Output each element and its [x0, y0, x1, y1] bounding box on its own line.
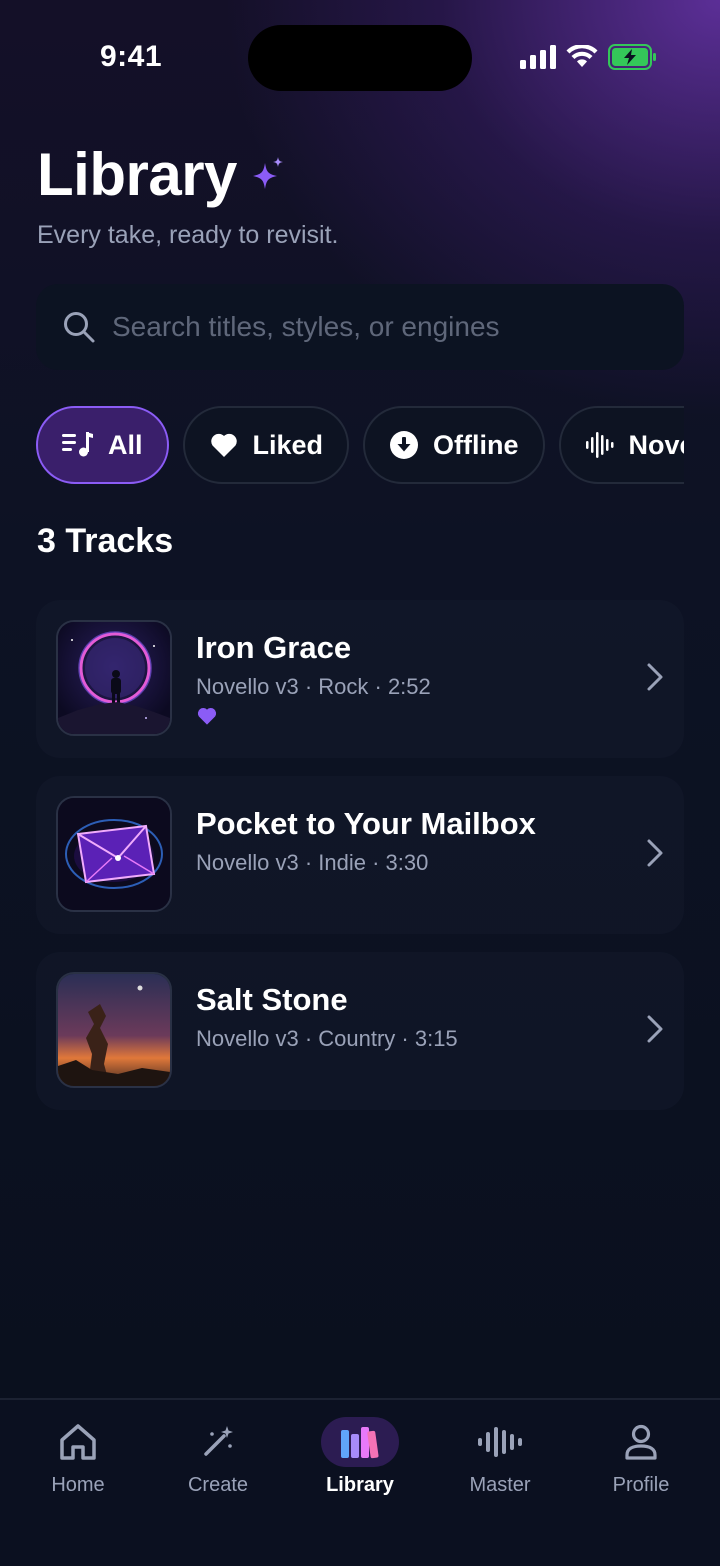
track-row[interactable]: Iron Grace Novello v3 · Rock · 2:52 — [36, 600, 684, 758]
download-icon — [390, 431, 419, 459]
page-title: Library — [37, 141, 237, 208]
track-artwork — [56, 620, 172, 736]
track-title: Salt Stone — [196, 982, 348, 1017]
tab-library[interactable]: Library — [300, 1416, 420, 1497]
filter-chip-offline[interactable]: Offline — [363, 406, 545, 484]
tab-label: Home — [51, 1474, 105, 1496]
filter-chip-label: Novello — [628, 429, 684, 460]
tab-label: Library — [326, 1474, 394, 1496]
tab-home[interactable]: Home — [18, 1416, 138, 1497]
heart-icon — [210, 433, 237, 457]
tracks-count: 3 Tracks — [37, 522, 174, 560]
chevron-right-icon — [647, 839, 663, 867]
track-row[interactable]: Salt Stone Novello v3 · Country · 3:15 — [36, 952, 684, 1110]
track-artwork — [56, 796, 172, 912]
filter-chip-label: All — [108, 429, 143, 460]
signal-icon — [520, 45, 556, 69]
battery-charging-icon — [608, 44, 656, 70]
track-row[interactable]: Pocket to Your Mailbox Novello v3 · Indi… — [36, 776, 684, 934]
filter-chip-liked[interactable]: Liked — [182, 406, 350, 484]
tab-profile[interactable]: Profile — [581, 1416, 701, 1497]
home-icon — [60, 1424, 96, 1460]
sparkle-icon — [252, 156, 283, 189]
track-title: Iron Grace — [196, 630, 352, 665]
track-list: Iron Grace Novello v3 · Rock · 2:52 Pock… — [36, 600, 684, 1128]
chevron-right-icon — [647, 1015, 663, 1043]
track-meta: Novello v3 · Rock · 2:52 — [196, 674, 431, 699]
filter-chips: All Liked Offline Novello — [36, 406, 684, 486]
tab-label: Profile — [612, 1474, 670, 1496]
track-meta: Novello v3 · Indie · 3:30 — [196, 850, 429, 875]
wifi-icon — [566, 45, 598, 67]
track-title: Pocket to Your Mailbox — [196, 806, 536, 841]
tab-label: Master — [469, 1474, 531, 1496]
waveform-icon — [585, 432, 614, 458]
tab-label: Create — [187, 1474, 249, 1496]
status-bar: 9:41 — [0, 0, 720, 110]
search-input[interactable]: Search titles, styles, or engines — [112, 311, 500, 343]
chevron-right-icon — [647, 663, 663, 691]
status-time: 9:41 — [100, 40, 163, 73]
filter-chip-label: Offline — [433, 429, 519, 460]
search-bar[interactable]: Search titles, styles, or engines — [36, 284, 684, 370]
search-icon — [64, 312, 95, 343]
waveform-icon — [478, 1427, 522, 1457]
liked-heart-icon — [197, 708, 217, 725]
music-list-icon — [62, 432, 93, 457]
filter-chip-all[interactable]: All — [36, 406, 169, 484]
track-artwork — [56, 972, 172, 1088]
dynamic-island — [248, 25, 472, 91]
tab-master[interactable]: Master — [440, 1416, 560, 1497]
magic-wand-icon — [204, 1426, 233, 1456]
page-subtitle: Every take, ready to revisit. — [37, 221, 339, 249]
tab-create[interactable]: Create — [158, 1416, 278, 1497]
user-icon — [625, 1424, 657, 1460]
page-header: Library Every take, ready to revisit. — [37, 140, 339, 250]
status-icons — [520, 44, 658, 70]
track-meta: Novello v3 · Country · 3:15 — [196, 1026, 458, 1051]
filter-chip-novello[interactable]: Novello — [558, 406, 684, 484]
tab-bar: Home Create Library Master Profile — [0, 1398, 720, 1566]
filter-chip-label: Liked — [252, 429, 324, 460]
library-books-icon — [341, 1427, 379, 1459]
active-tab-indicator — [321, 1417, 399, 1467]
